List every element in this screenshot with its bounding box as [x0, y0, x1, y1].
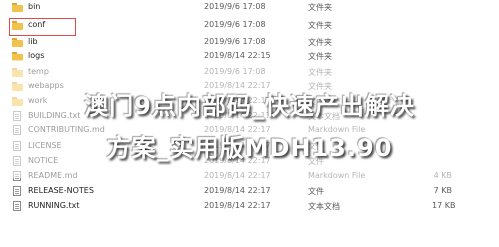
file-type: 文件夹	[308, 21, 332, 30]
folder-icon	[12, 3, 23, 12]
watermark-line-1: 澳门9点内部码_快速产出解决	[84, 92, 415, 120]
file-name: bin	[28, 2, 41, 11]
file-name: RELEASE-NOTES	[28, 186, 94, 195]
file-row[interactable]: RUNNING.txt 2019/8/14 22:17 文本文档 17 KB	[8, 200, 499, 214]
file-type: 文件夹	[308, 3, 332, 12]
file-date: 2019/8/14 22:15	[204, 51, 271, 60]
file-date: 2019/8/14 22:17	[204, 186, 271, 195]
folder-icon	[12, 38, 23, 47]
file-size: 17 KB	[432, 201, 456, 210]
file-row[interactable]: lib 2019/9/6 17:08 文件夹	[8, 36, 499, 50]
file-date: 2019/9/6 17:08	[204, 20, 266, 29]
file-type: 文本文档	[308, 202, 340, 211]
doc-icon	[12, 201, 23, 211]
file-type: 文件夹	[308, 38, 332, 47]
doc-icon	[12, 186, 23, 196]
file-row[interactable]: RELEASE-NOTES 2019/8/14 22:17 文件 7 KB	[8, 185, 499, 199]
file-name: logs	[28, 51, 45, 60]
file-name: RUNNING.txt	[28, 201, 80, 210]
file-type: 文件	[308, 187, 324, 196]
file-name: conf	[28, 20, 46, 29]
file-date: 2019/9/6 17:08	[204, 37, 266, 46]
file-name: lib	[28, 37, 38, 46]
folder-icon	[12, 21, 23, 30]
file-date: 2019/9/6 17:08	[204, 2, 266, 11]
file-row[interactable]: bin 2019/9/6 17:08 文件夹	[8, 1, 499, 15]
watermark-line-2: 方案_实用版MDH13.90	[106, 134, 393, 162]
file-size: 7 KB	[433, 186, 452, 195]
file-date: 2019/8/14 22:17	[204, 201, 271, 210]
file-row[interactable]: conf 2019/9/6 17:08 文件夹	[8, 19, 499, 33]
